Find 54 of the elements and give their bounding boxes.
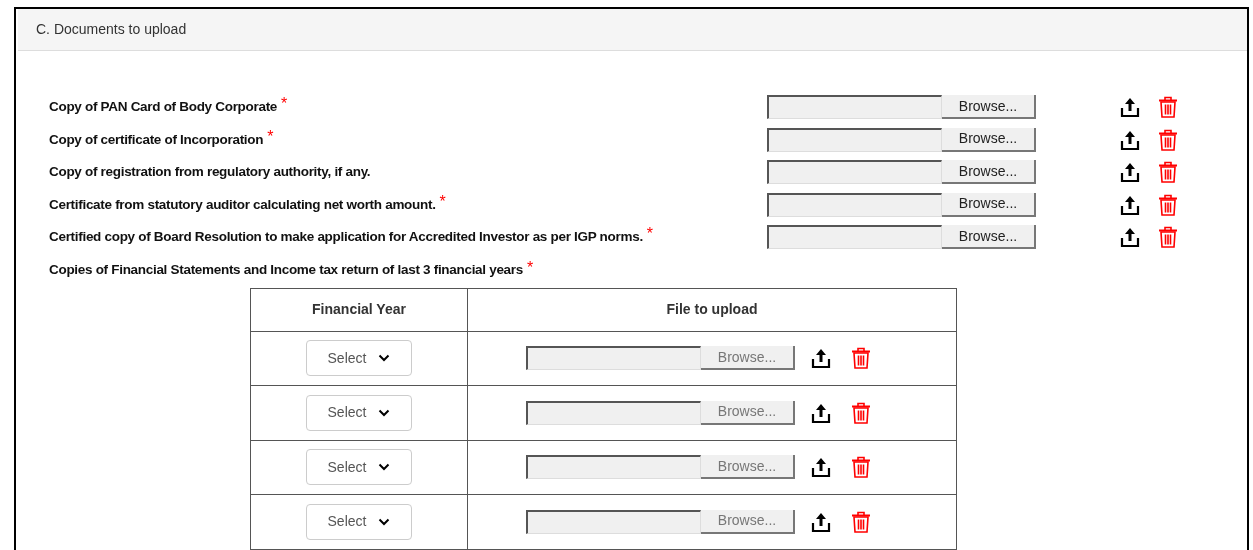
file-path-field[interactable] <box>767 160 942 185</box>
delete-icon[interactable] <box>851 347 871 370</box>
browse-button[interactable]: Browse... <box>701 346 795 371</box>
delete-icon[interactable] <box>1158 161 1178 184</box>
document-label: Certified copy of Board Resolution to make application for Accredited Investor as per IGP norms. <box>49 228 643 247</box>
chevron-down-icon <box>378 517 391 526</box>
document-label: Certificate from statutory auditor calculating net worth amount. <box>49 195 436 214</box>
year-select[interactable]: Select <box>306 503 412 540</box>
chevron-down-icon <box>378 408 391 417</box>
file-path-field[interactable] <box>526 455 701 480</box>
required-asterisk: * <box>281 94 288 115</box>
year-select[interactable]: Select <box>306 449 412 486</box>
upload-icon[interactable] <box>1120 161 1140 184</box>
upload-icon[interactable] <box>1120 226 1140 249</box>
upload-icon[interactable] <box>811 456 831 479</box>
column-header: Financial Year <box>250 288 468 331</box>
file-path-field[interactable] <box>526 400 701 425</box>
delete-icon[interactable] <box>1158 226 1178 249</box>
required-asterisk: * <box>527 257 534 278</box>
delete-icon[interactable] <box>851 401 871 424</box>
year-select[interactable]: Select <box>306 394 412 431</box>
browse-button[interactable]: Browse... <box>942 225 1036 250</box>
required-asterisk: * <box>646 224 654 245</box>
browse-button[interactable]: Browse... <box>701 455 795 480</box>
browse-button[interactable]: Browse... <box>701 509 795 534</box>
document-label: Copies of Financial Statements and Income tax return of last 3 financial years <box>49 261 523 280</box>
year-select[interactable]: Select <box>306 340 412 377</box>
required-asterisk: * <box>267 126 274 147</box>
document-label: Copy of certificate of Incorporation <box>49 130 264 149</box>
file-path-field[interactable] <box>526 509 701 534</box>
document-label: Copy of PAN Card of Body Corporate <box>49 98 278 117</box>
file-path-field[interactable] <box>767 225 942 250</box>
browse-button[interactable]: Browse... <box>942 160 1036 185</box>
chevron-down-icon <box>378 354 391 363</box>
browse-button[interactable]: Browse... <box>942 95 1036 120</box>
browse-button[interactable]: Browse... <box>942 127 1036 152</box>
upload-icon[interactable] <box>1120 96 1140 119</box>
delete-icon[interactable] <box>851 456 871 479</box>
delete-icon[interactable] <box>851 510 871 533</box>
delete-icon[interactable] <box>1158 96 1178 119</box>
file-path-field[interactable] <box>767 127 942 152</box>
file-path-field[interactable] <box>526 346 701 371</box>
delete-icon[interactable] <box>1158 193 1178 216</box>
column-header: File to upload <box>467 288 957 331</box>
required-asterisk: * <box>439 191 446 212</box>
section-title: C. Documents to upload <box>36 20 187 39</box>
document-label: Copy of registration from regulatory authority, if any. <box>49 163 371 182</box>
browse-button[interactable]: Browse... <box>701 400 795 425</box>
upload-icon[interactable] <box>811 347 831 370</box>
browse-button[interactable]: Browse... <box>942 192 1036 217</box>
file-path-field[interactable] <box>767 95 942 120</box>
delete-icon[interactable] <box>1158 128 1178 151</box>
chevron-down-icon <box>378 463 391 472</box>
file-path-field[interactable] <box>767 192 942 217</box>
